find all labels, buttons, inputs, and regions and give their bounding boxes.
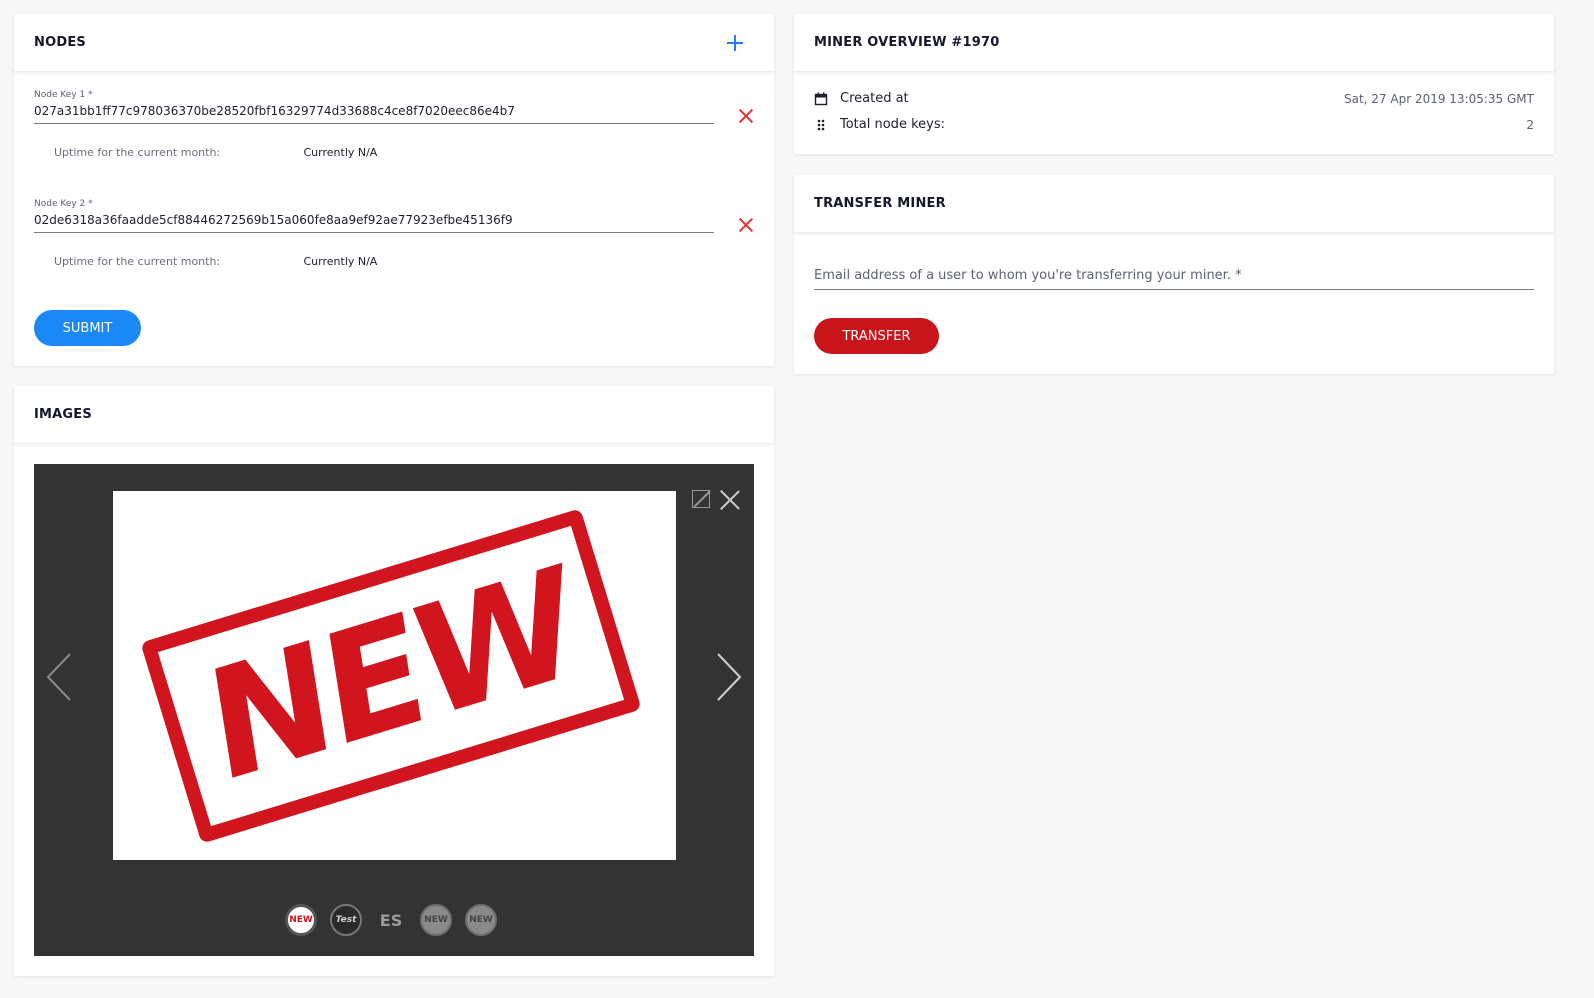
images-title: IMAGES: [34, 407, 92, 422]
transfer-button[interactable]: TRANSFER: [814, 318, 939, 354]
image-gallery: NEW NEW Test ES NEW NEW: [34, 464, 754, 956]
uptime-value: Currently N/A: [303, 255, 378, 268]
uptime-row-2: Uptime for the current month: Currently …: [34, 255, 377, 268]
thumbnail[interactable]: NEW: [285, 904, 317, 936]
stamp-text: NEW: [197, 534, 585, 818]
nodes-title: NODES: [34, 35, 86, 50]
previous-arrow-icon[interactable]: [46, 652, 72, 702]
nodes-header: NODES: [14, 14, 774, 72]
miner-overview-card: MINER OVERVIEW #1970 Created at Sat, 27 …: [794, 14, 1554, 154]
total-node-keys-value: 2: [1526, 117, 1534, 132]
uptime-row-1: Uptime for the current month: Currently …: [34, 146, 377, 159]
new-stamp-image: NEW: [140, 508, 642, 844]
overview-title: MINER OVERVIEW #1970: [814, 35, 1000, 50]
uptime-label: Uptime for the current month:: [54, 255, 221, 268]
main-image[interactable]: NEW: [113, 491, 676, 860]
transfer-miner-card: TRANSFER MINER TRANSFER: [794, 175, 1554, 374]
fullscreen-icon[interactable]: [692, 490, 710, 508]
remove-node-1-icon[interactable]: [738, 108, 754, 124]
next-arrow-icon[interactable]: [716, 652, 742, 702]
node-key-label: Node Key 2 *: [34, 199, 93, 209]
created-at-value: Sat, 27 Apr 2019 13:05:35 GMT: [1343, 91, 1534, 106]
close-icon[interactable]: [720, 490, 740, 510]
transfer-header: TRANSFER MINER: [794, 175, 1554, 233]
drag-handle-icon: [814, 118, 828, 132]
total-node-keys-label: Total node keys:: [840, 117, 945, 132]
calendar-icon: [814, 92, 828, 106]
created-at-label: Created at: [840, 91, 909, 106]
node-key-input-2[interactable]: [34, 213, 714, 233]
thumbnail[interactable]: Test: [330, 904, 362, 936]
thumbnail[interactable]: NEW: [420, 904, 452, 936]
node-key-field-1: Node Key 1 *: [34, 90, 754, 124]
thumbnail[interactable]: NEW: [465, 904, 497, 936]
add-node-icon[interactable]: [726, 34, 744, 52]
nodes-card: NODES Node Key 1 * Uptime for the curren…: [14, 14, 774, 366]
thumbnail-strip: NEW Test ES NEW NEW: [285, 904, 497, 936]
created-at-row: Created at Sat, 27 Apr 2019 13:05:35 GMT: [814, 91, 1534, 106]
node-key-input-1[interactable]: [34, 104, 714, 124]
uptime-value: Currently N/A: [303, 146, 378, 159]
thumbnail[interactable]: ES: [375, 904, 407, 936]
total-node-keys-row: Total node keys: 2: [814, 117, 1534, 132]
uptime-label: Uptime for the current month:: [54, 146, 221, 159]
remove-node-2-icon[interactable]: [738, 217, 754, 233]
images-card: IMAGES NEW NEW Test ES NEW NEW: [14, 386, 774, 976]
node-key-field-2: Node Key 2 *: [34, 199, 754, 233]
submit-button[interactable]: SUBMIT: [34, 310, 141, 346]
overview-header: MINER OVERVIEW #1970: [794, 14, 1554, 72]
transfer-title: TRANSFER MINER: [814, 196, 946, 211]
node-key-label: Node Key 1 *: [34, 90, 93, 100]
transfer-email-input[interactable]: [814, 268, 1534, 290]
images-header: IMAGES: [14, 386, 774, 444]
